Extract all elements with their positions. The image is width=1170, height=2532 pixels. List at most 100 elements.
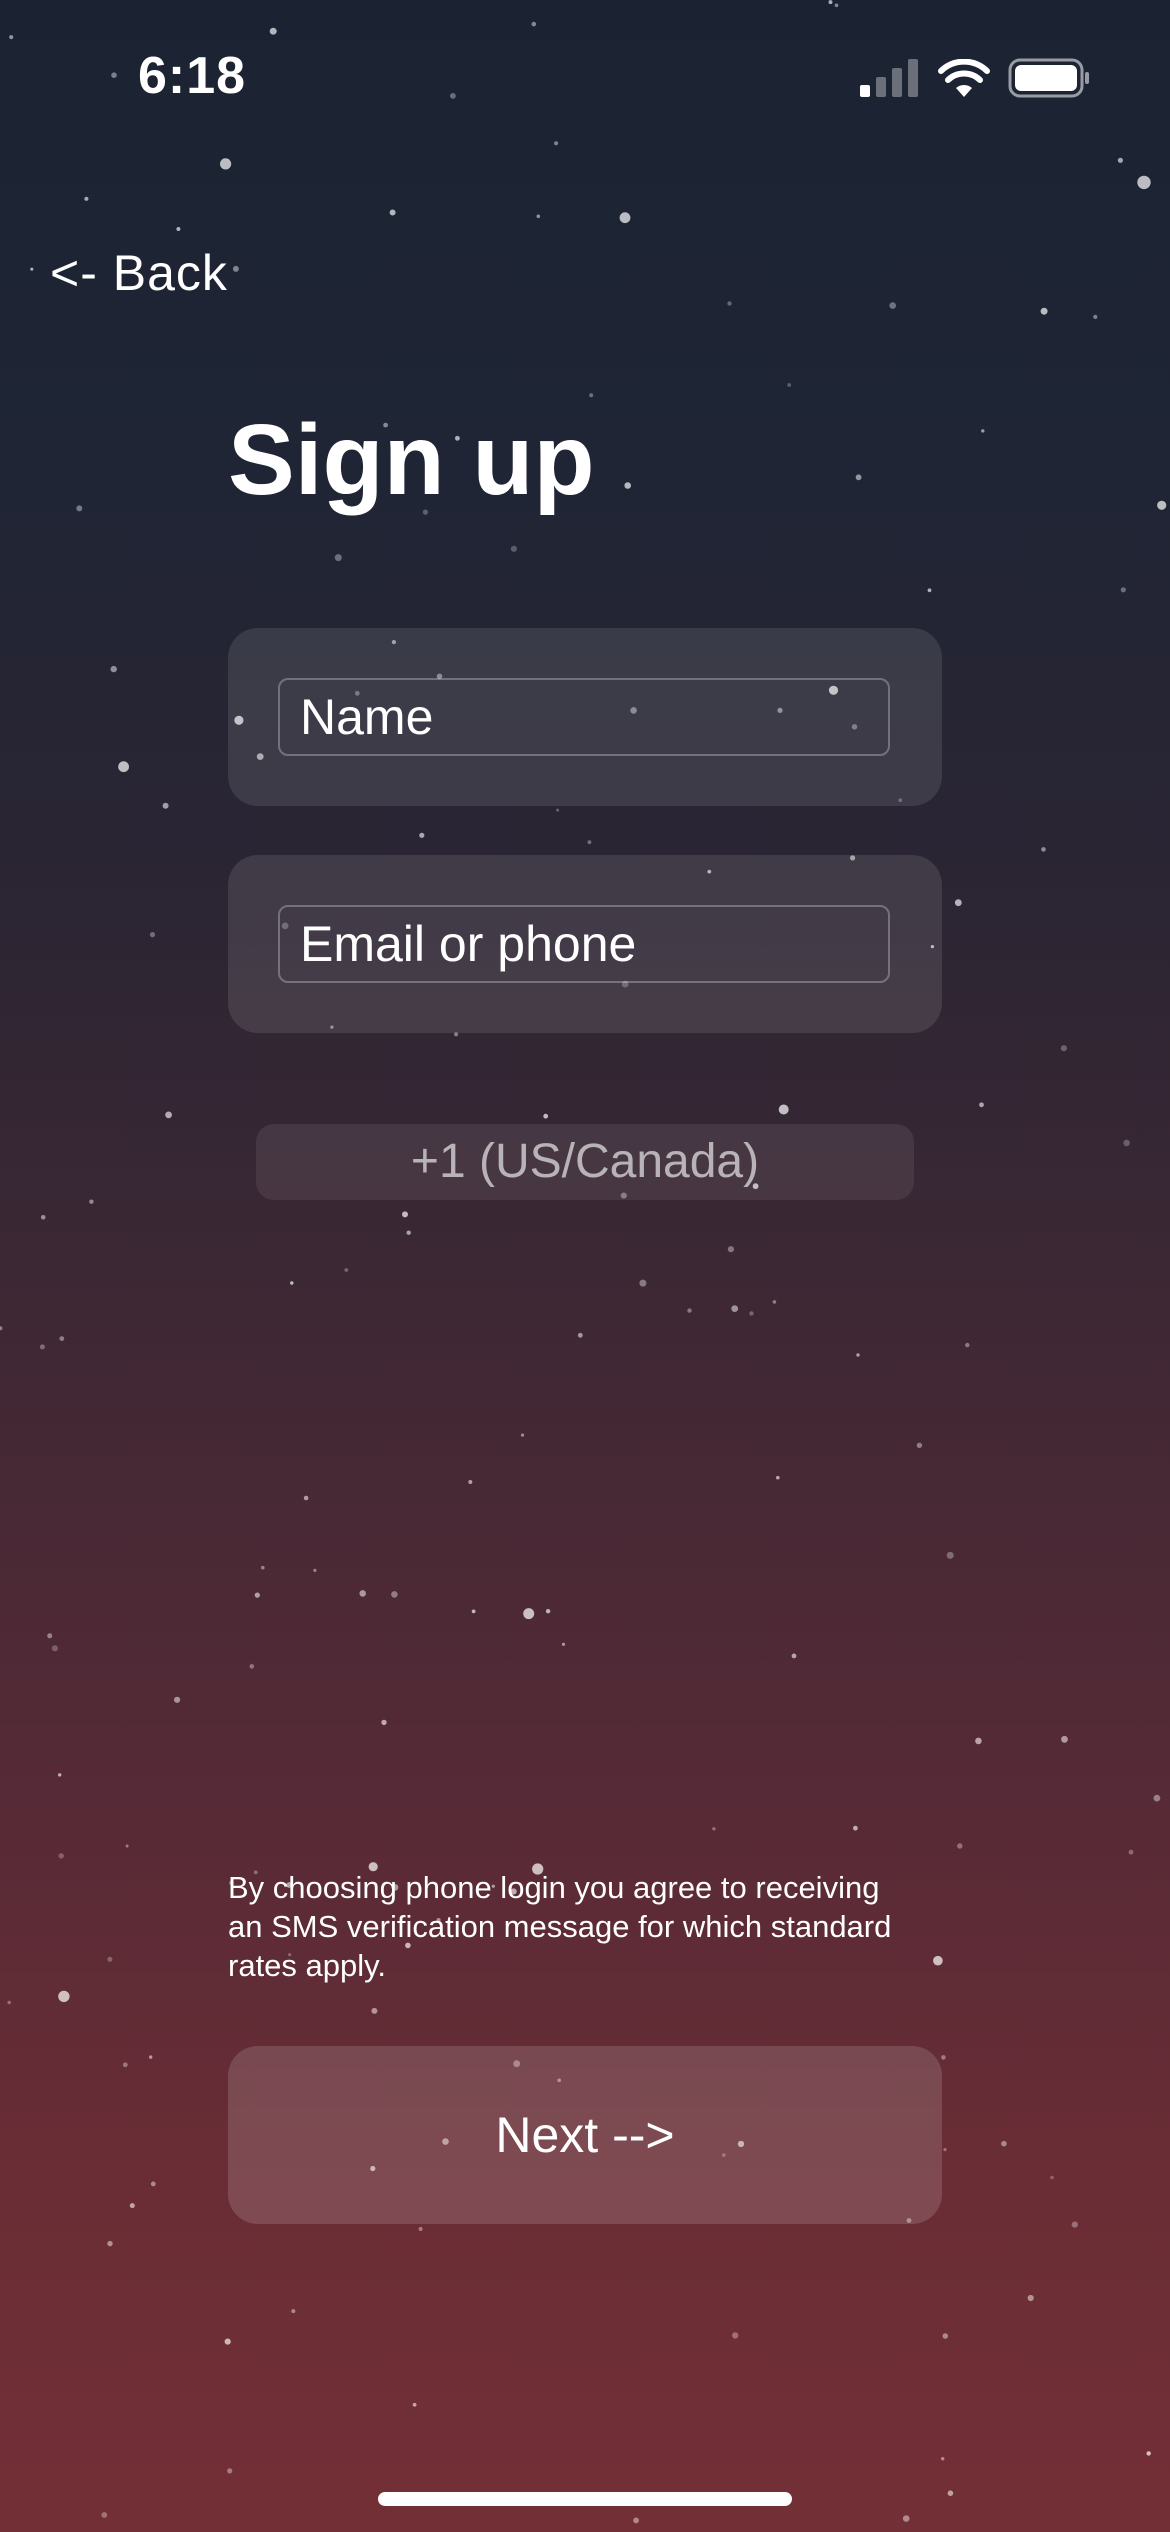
star [619,212,631,224]
star [979,1102,984,1108]
star [943,2148,947,2152]
star [418,2227,423,2231]
star [232,265,239,272]
star [7,2000,11,2005]
star [545,1609,551,1614]
star [624,482,631,489]
star [176,227,181,231]
star [471,1609,476,1614]
star [149,2055,153,2059]
star [1137,175,1151,190]
star [520,1433,525,1437]
star [39,1344,45,1350]
next-button[interactable]: Next --> [228,2046,942,2224]
star [76,505,83,512]
star [947,2490,954,2496]
star [122,2062,128,2068]
star [536,214,541,219]
star [107,1956,113,1962]
star [543,1113,549,1119]
star [174,1696,181,1703]
star [227,2468,233,2474]
battery-icon [1008,58,1089,98]
star [712,1827,716,1831]
star [1117,157,1123,163]
star [828,0,833,5]
star [402,1211,408,1218]
star [556,808,560,812]
star [1071,2221,1078,2228]
star [224,2338,231,2345]
star [59,1336,65,1341]
signup-screen: 6:18 <- Back Sign up +1 (US/Canada) By c… [0,0,1170,2532]
country-code-selector[interactable]: +1 (US/Canada) [256,1124,914,1200]
star [933,1955,943,1966]
star [1027,2294,1034,2302]
wifi-icon [938,59,990,97]
star [577,1332,583,1338]
star [30,267,34,271]
star [587,840,592,845]
status-time: 6:18 [138,47,247,105]
star [946,1551,954,1559]
star [1153,1794,1161,1802]
star [47,1633,53,1639]
star [589,393,594,398]
star [957,1843,963,1849]
star [450,93,456,99]
star [40,1215,46,1220]
star [510,545,517,552]
star [107,2240,113,2247]
star [927,588,932,593]
star [732,2332,739,2339]
star [531,21,537,27]
star [58,1773,62,1777]
star [220,158,232,170]
star [855,474,862,481]
name-input[interactable] [278,678,890,756]
star [334,554,342,562]
star [89,1199,94,1204]
star [965,1342,970,1348]
star [303,1495,309,1501]
star [412,2402,417,2407]
star [162,802,169,809]
star [111,72,117,78]
star [389,209,396,216]
star [291,2309,296,2314]
star [954,899,962,907]
star [371,2007,378,2014]
star [9,35,14,40]
star [344,1268,349,1272]
star [0,1326,3,1331]
page-title: Sign up [228,404,595,516]
star [727,1246,735,1253]
star [359,1590,367,1597]
star [916,1442,923,1449]
back-button[interactable]: <- Back [50,244,228,302]
star [1146,2451,1151,2456]
star [975,1737,982,1745]
star [468,1480,473,1484]
star [787,383,792,387]
star [149,932,156,938]
star [749,1311,754,1316]
star [941,2055,946,2060]
star [778,1104,789,1115]
star [639,1279,647,1287]
star [249,1664,255,1669]
star [941,2457,945,2461]
star [129,2203,135,2209]
star [125,1844,129,1848]
home-indicator [378,2492,792,2506]
star [254,1592,260,1598]
star [554,141,559,146]
star [51,1645,59,1652]
star [1123,1139,1130,1147]
star [1128,1849,1134,1855]
star [313,1568,317,1572]
email-or-phone-input[interactable] [278,905,890,983]
star [290,1281,294,1285]
star [58,1853,64,1859]
star [118,761,129,773]
